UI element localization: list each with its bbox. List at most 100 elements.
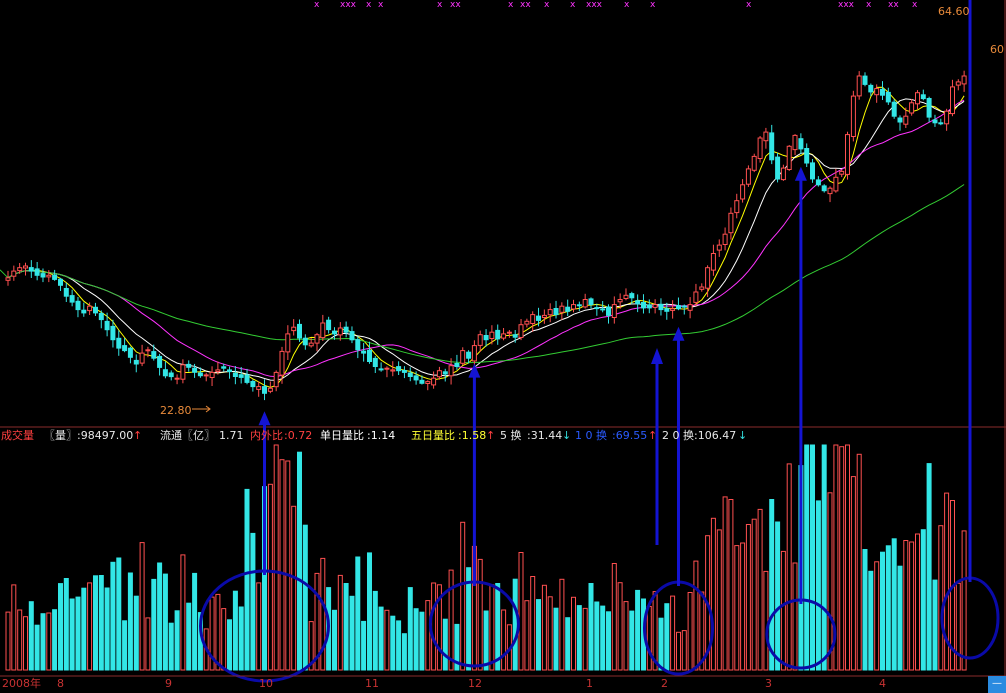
volume-bar [885,545,891,671]
single-ratio-label: 单日量比 [320,429,364,442]
volume-bar [215,593,221,671]
volume-bar [839,446,845,671]
volume-bar [227,619,232,671]
candle-body [81,309,87,314]
candle-body [693,291,699,303]
candle-body [944,110,950,125]
candle-body [34,268,40,276]
candle-body [676,305,681,310]
candle-body [215,369,221,372]
candle-body [104,320,110,331]
volume-bar [431,582,437,671]
candle-body [273,371,279,388]
candle-body [821,185,827,192]
volume-bar [116,557,122,671]
candle-body [87,305,93,312]
volume-bar [40,613,46,671]
candle-body [903,115,909,125]
volume-bar [565,617,571,671]
candle-body [75,300,81,311]
candle-body [501,333,507,339]
volume-bar [571,596,576,671]
candle-body [670,308,676,311]
volume-bar [623,601,629,671]
ratio-up-icon: ↑ [486,429,496,442]
candle-body [571,304,576,310]
candle-body [792,134,798,151]
volume-bar [658,617,664,671]
candle-body [302,337,308,346]
candle-body [489,331,495,340]
volume-bar [880,551,885,671]
volume-bar [221,608,227,671]
candle-body [355,339,361,351]
volume-bar [378,606,384,671]
candle-body [413,375,419,381]
signal-marker: xx [450,0,461,10]
volume-bar [961,530,967,671]
candle-body [209,371,215,378]
candle-body [40,273,46,278]
volume-bar [98,575,104,671]
candle-body [932,119,938,124]
candle-body [425,381,431,385]
candle-body [343,326,349,333]
candle-body [320,322,326,339]
volume-bar [769,499,775,671]
inner-outer-label: 内外比 [250,429,283,442]
volume-bar [710,517,716,671]
axis-month-label: 11 [365,677,379,690]
volume-bar [501,609,507,671]
signal-marker: x [912,0,918,10]
candle-body [367,349,372,363]
candle-body [611,304,617,319]
candle-body [652,304,658,308]
volume-bar [693,560,699,671]
candle-body [926,98,932,118]
twenty-turn-value: :106.47 [694,429,737,442]
candle-body [518,324,524,339]
candle-body [862,75,868,85]
five-ratio-label: 五日量比 [411,429,455,442]
candle-body [524,320,530,325]
candle-body [734,200,740,214]
candle-body [920,94,926,100]
candle-body [909,102,915,114]
candle-body [407,372,413,377]
candle-body [600,308,606,311]
volume-bar [23,616,28,671]
volume-bar [606,611,611,671]
volume-bar [273,444,279,671]
volume-bar [192,572,198,671]
candle-body [845,134,850,175]
stock-chart [0,0,1006,693]
volume-bar [751,518,757,671]
candle-body [728,212,734,234]
volume-bar [384,609,390,671]
volume-bar [87,582,93,671]
volume-bar [827,492,833,671]
volume-bar [728,499,734,671]
volume-bar [588,583,594,671]
candle-body [891,101,897,117]
candle-body [250,381,256,388]
minimize-button[interactable]: — [988,676,1006,693]
twenty-turn-label: 2 0 换 [662,429,694,442]
candle-body [483,335,489,341]
candle-body [419,379,425,384]
volume-bar [46,612,52,671]
candle-body [203,374,209,377]
candle-body [775,156,781,180]
candle-body [699,286,705,290]
candle-body [285,333,291,353]
candle-body [431,377,437,386]
candle-body [244,374,250,383]
candle-body [308,342,314,347]
candle-body [722,233,728,245]
volume-bar [763,570,769,671]
candle-body [361,350,367,354]
candle-body [553,308,559,316]
volume-bar [932,579,938,671]
axis-year-label: 2008年 [2,677,41,690]
volume-bar [425,600,431,671]
